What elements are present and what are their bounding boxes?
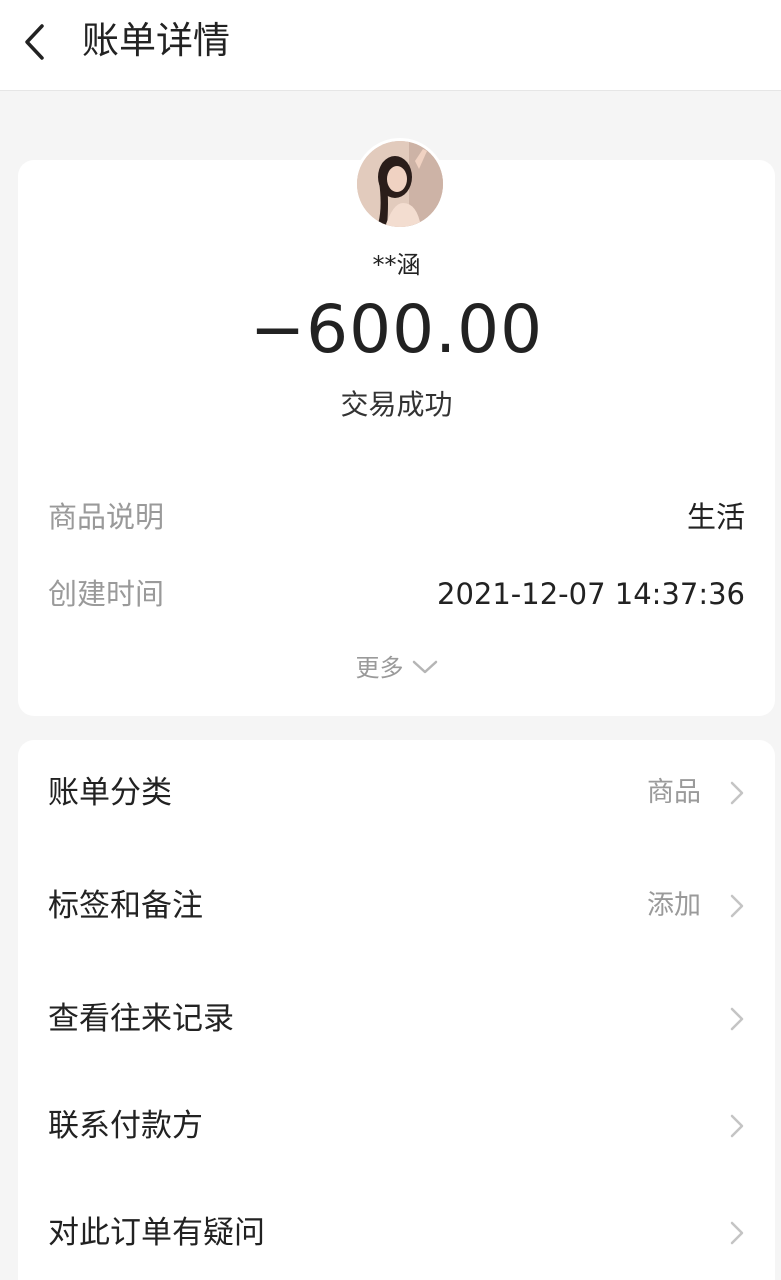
- chevron-down-icon: [412, 660, 437, 674]
- detail-label: 创建时间: [48, 577, 165, 611]
- top-bar: 账单详情: [0, 0, 781, 91]
- menu-item-transaction-history[interactable]: 查看往来记录: [18, 979, 775, 1059]
- menu-item-value: 添加: [647, 890, 701, 921]
- menu-item-label: 标签和备注: [48, 888, 203, 924]
- page-title: 账单详情: [82, 19, 230, 62]
- detail-row-description: 商品说明 生活: [48, 495, 745, 539]
- menu-item-value: 商品: [647, 777, 701, 808]
- chevron-right-icon: [730, 1221, 744, 1245]
- back-arrow-icon[interactable]: [18, 21, 52, 63]
- menu-item-label: 对此订单有疑问: [48, 1215, 265, 1251]
- menu-item-bill-category[interactable]: 账单分类 商品: [18, 753, 775, 833]
- more-toggle[interactable]: 更多: [18, 650, 775, 686]
- chevron-right-icon: [730, 1007, 744, 1031]
- bill-actions-list: 账单分类 商品 标签和备注 添加 查看往来记录 联系付款方 对此订单有疑问: [18, 740, 775, 1280]
- detail-label: 商品说明: [48, 500, 165, 534]
- menu-item-label: 账单分类: [48, 775, 172, 811]
- chevron-right-icon: [730, 894, 744, 918]
- counterparty-avatar[interactable]: [354, 138, 446, 230]
- transaction-amount: −600.00: [249, 291, 544, 368]
- menu-item-label: 查看往来记录: [48, 1001, 234, 1037]
- transaction-status: 交易成功: [340, 388, 453, 421]
- counterparty-name: **涵: [372, 251, 421, 279]
- detail-value: 2021-12-07 14:37:36: [437, 577, 745, 611]
- avatar-photo-icon: [357, 141, 443, 227]
- detail-value: 生活: [686, 500, 745, 534]
- menu-item-contact-payer[interactable]: 联系付款方: [18, 1086, 775, 1166]
- more-label: 更多: [355, 654, 404, 682]
- chevron-right-icon: [730, 1114, 744, 1138]
- menu-item-order-question[interactable]: 对此订单有疑问: [18, 1193, 775, 1273]
- detail-row-created-time: 创建时间 2021-12-07 14:37:36: [48, 572, 745, 616]
- menu-item-label: 联系付款方: [48, 1108, 203, 1144]
- transaction-summary-card: **涵 −600.00 交易成功 商品说明 生活 创建时间 2021-12-07…: [18, 138, 775, 716]
- chevron-right-icon: [730, 781, 744, 805]
- menu-item-tags-notes[interactable]: 标签和备注 添加: [18, 866, 775, 946]
